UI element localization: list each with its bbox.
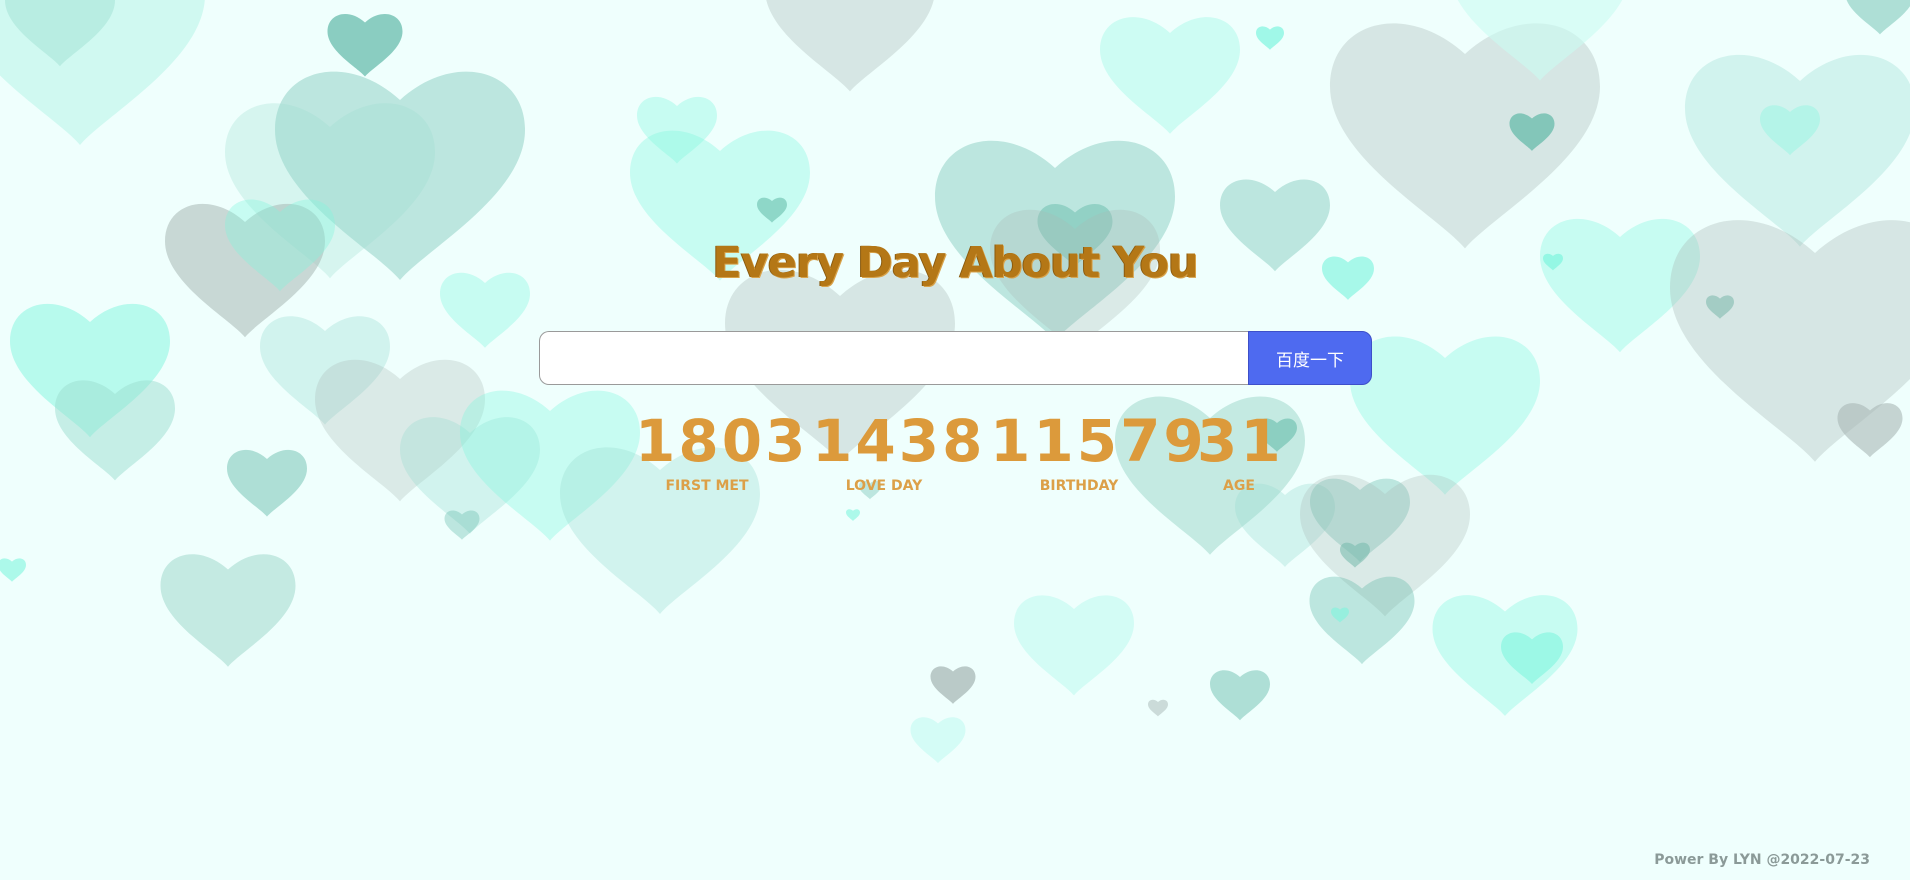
heart-icon xyxy=(1309,576,1415,665)
heart-icon xyxy=(1014,595,1134,696)
counter-love-day: 1438 LOVE DAY xyxy=(812,407,986,494)
heart-icon xyxy=(846,509,860,521)
heart-icon xyxy=(1846,0,1910,35)
counter-label: LOVE DAY xyxy=(845,478,923,494)
page-title: Every Day About You xyxy=(712,238,1198,288)
search-button[interactable]: 百度一下 xyxy=(1248,331,1372,385)
heart-icon xyxy=(1210,670,1270,721)
counter-value: 1803 xyxy=(635,407,809,475)
counter-value: 11579 xyxy=(990,407,1207,475)
counter-value: 1438 xyxy=(812,407,986,475)
search-bar: 百度一下 xyxy=(539,331,1372,385)
heart-icon xyxy=(1350,336,1540,495)
counter-age: 31 AGE xyxy=(1197,410,1281,494)
counter-birthday: 11579 BIRTHDAY xyxy=(990,407,1207,494)
heart-icon xyxy=(444,510,480,540)
footer-credit: Power By LYN @2022-07-23 xyxy=(1654,852,1870,868)
heart-icon xyxy=(227,449,307,517)
heart-icon xyxy=(1685,55,1910,247)
page: Every Day About You 百度一下 1803 FIRST MET … xyxy=(0,0,1910,880)
heart-icon xyxy=(1148,699,1168,717)
counter-label: AGE xyxy=(1223,478,1255,494)
heart-icon xyxy=(160,554,296,667)
heart-icon xyxy=(55,380,175,481)
heart-icon xyxy=(327,13,403,77)
heart-icon xyxy=(930,666,976,704)
heart-icon xyxy=(910,717,966,764)
counter-label: FIRST MET xyxy=(665,478,749,494)
heart-icon xyxy=(766,0,934,92)
counter-value: 31 xyxy=(1197,407,1284,475)
heart-icon xyxy=(1837,403,1903,458)
heart-icon xyxy=(1100,17,1240,134)
heart-icon xyxy=(1256,26,1284,50)
counter-label: BIRTHDAY xyxy=(1039,478,1119,494)
search-input[interactable] xyxy=(539,331,1248,385)
heart-icon xyxy=(0,558,26,582)
counter-first-met: 1803 FIRST MET xyxy=(635,407,809,494)
